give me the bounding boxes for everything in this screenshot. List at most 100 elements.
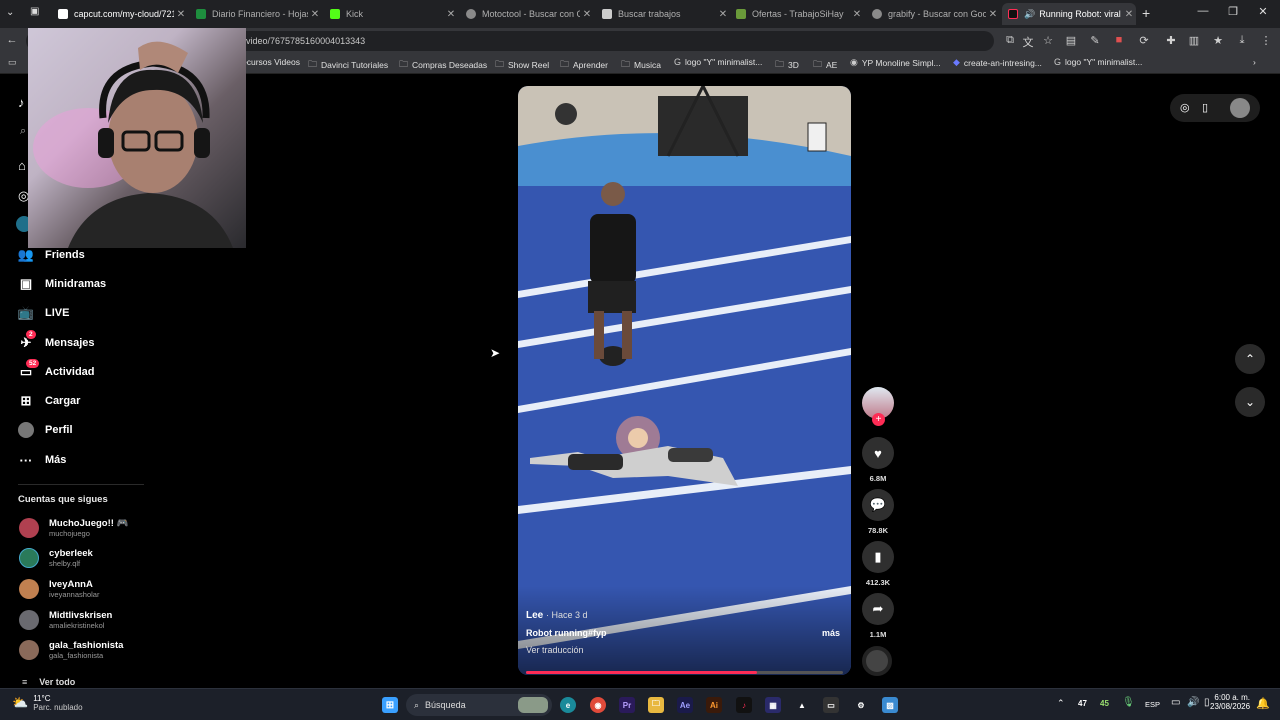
download-icon[interactable]: ⤓ — [1234, 34, 1250, 47]
more-bookmarks-icon[interactable]: › — [1253, 57, 1256, 67]
minimize-button[interactable]: — — [1188, 5, 1218, 17]
terminal-icon[interactable]: ▭ — [823, 697, 839, 713]
bookmark-folder[interactable]: 🗀 AE — [813, 57, 837, 73]
bookmark-folder[interactable]: 🗀 3D — [775, 57, 799, 73]
close-tab-icon[interactable]: ✕ — [986, 9, 1000, 20]
bookmark-item[interactable]: ▭ — [8, 57, 21, 68]
sidebar-item-actividad[interactable]: ▭ 52 Actividad — [18, 359, 95, 380]
chrome-icon[interactable]: ◉ — [590, 697, 606, 713]
tab-kick[interactable]: Kick ✕ — [324, 3, 458, 25]
following-account[interactable]: MuchoJuego!! 🎮 muchojuego — [19, 518, 128, 538]
windows-start-icon[interactable]: ⊞ — [382, 697, 398, 713]
video-progress-bar[interactable] — [526, 671, 843, 674]
taskbar-search[interactable]: ⌕ Búsqueda — [406, 694, 552, 716]
notifications-icon[interactable]: 🔔 — [1256, 697, 1270, 710]
after-effects-icon[interactable]: Ae — [677, 697, 693, 713]
maximize-button[interactable]: ❐ — [1218, 5, 1248, 18]
clock[interactable]: 6:00 a. m. 23/08/2026 — [1210, 693, 1250, 711]
new-tab-button[interactable]: + — [1142, 5, 1150, 21]
extension-icon[interactable]: ⟳ — [1136, 34, 1152, 47]
tab-diario-financiero[interactable]: Diario Financiero - Hojas de ✕ — [190, 3, 322, 25]
weather-widget[interactable]: ⛅ 11°C Parc. nublado — [12, 694, 83, 712]
tab-running-robot[interactable]: 🔊 Running Robot: viral h ✕ — [1002, 3, 1136, 25]
previous-video-button[interactable]: ⌃ — [1235, 344, 1265, 374]
follow-plus-icon[interactable]: + — [872, 413, 885, 426]
media-encoder-icon[interactable]: ▦ — [765, 697, 781, 713]
settings-gear-icon[interactable]: ⚙ — [853, 697, 869, 713]
user-avatar[interactable] — [1230, 98, 1250, 118]
translate-icon[interactable]: 文 — [1020, 34, 1036, 50]
tab-actions-icon[interactable]: ▣ — [30, 6, 39, 17]
file-explorer-icon[interactable]: 🗀 — [648, 697, 664, 713]
volume-icon[interactable]: 🔊 — [1187, 697, 1199, 708]
menu-dots-icon[interactable]: ⋮ — [1258, 34, 1274, 47]
tiktok-app-icon[interactable]: ♪ — [736, 697, 752, 713]
close-tab-icon[interactable]: ✕ — [1122, 9, 1136, 20]
sidebar-item-mensajes[interactable]: ✈ 2 Mensajes — [18, 330, 95, 351]
close-tab-icon[interactable]: ✕ — [580, 9, 594, 20]
tray-chevron-icon[interactable]: ⌃ — [1057, 698, 1065, 709]
app-arrow-icon[interactable]: ▲ — [794, 697, 810, 713]
tab-ofertas[interactable]: Ofertas - TrabajoSiHay ✕ — [730, 3, 864, 25]
tray-num-2[interactable]: 45 — [1100, 699, 1109, 708]
back-icon[interactable]: ← — [4, 34, 20, 46]
like-action[interactable]: ♥ 6.8M — [862, 437, 894, 483]
close-tab-icon[interactable]: ✕ — [174, 9, 188, 20]
bookmark-star-icon[interactable]: ☆ — [1040, 34, 1056, 47]
comment-icon[interactable]: 💬 — [862, 489, 894, 521]
language-indicator[interactable]: ESP — [1145, 700, 1160, 709]
photos-icon[interactable]: ▨ — [882, 697, 898, 713]
following-account[interactable]: cyberleek shelby.qlf — [19, 548, 93, 568]
microphone-icon[interactable]: 🎙 — [1122, 697, 1135, 708]
edit-icon[interactable]: ✎ — [1087, 34, 1103, 47]
see-all-link[interactable]: ≡ Ver todo — [22, 677, 75, 687]
sound-disc[interactable] — [862, 646, 894, 676]
device-icon[interactable]: ▯ — [1202, 101, 1208, 114]
bookmark-folder[interactable]: 🗀 Davinci Tutoriales — [308, 57, 388, 73]
share-action[interactable]: ➦ 1.1M — [862, 593, 894, 639]
sidebar-item-friends[interactable]: 👥 Friends — [18, 247, 85, 263]
bookmark-item[interactable]: Glogo "Y" minimalist... — [674, 57, 762, 67]
bookmark-item[interactable]: ◆ create-an-intresing... — [953, 57, 1042, 68]
heart-icon[interactable]: ♥ — [862, 437, 894, 469]
close-tab-icon[interactable]: ✕ — [444, 9, 458, 20]
video-player[interactable] — [518, 86, 851, 675]
search-icon[interactable]: ⌕ — [20, 125, 26, 138]
creator-avatar[interactable]: + — [862, 387, 894, 426]
comment-action[interactable]: 💬 78.8K — [862, 489, 894, 535]
more-caption-button[interactable]: más — [822, 628, 840, 638]
bookmark-item[interactable]: ecursos Videos — [242, 57, 300, 67]
tiktok-logo-icon[interactable]: ♪ — [18, 95, 25, 110]
audio-playing-icon[interactable]: 🔊 — [1024, 9, 1035, 20]
tab-capcut[interactable]: capcut.com/my-cloud/7217 ✕ — [52, 3, 188, 25]
close-tab-icon[interactable]: ✕ — [850, 9, 864, 20]
network-icon[interactable]: ▭ — [1171, 697, 1180, 708]
tab-buscar-trabajos[interactable]: Buscar trabajos ✕ — [596, 3, 730, 25]
coins-icon[interactable]: ◎ — [1180, 101, 1190, 114]
tab-list-icon[interactable]: ⌄ — [6, 7, 14, 18]
puzzle-icon[interactable]: ✚ — [1163, 34, 1179, 47]
bookmark-folder[interactable]: 🗀 Aprender — [560, 57, 608, 73]
bookmark-folder[interactable]: 🗀 Musica — [621, 57, 661, 73]
sidebar-item-mas[interactable]: ··· Más — [18, 452, 67, 468]
close-tab-icon[interactable]: ✕ — [716, 9, 730, 20]
tab-motoctool[interactable]: Motoctool - Buscar con Go ✕ — [460, 3, 594, 25]
save-action[interactable]: ▮ 412.3K — [862, 541, 894, 587]
translate-link[interactable]: Ver traducción — [526, 645, 846, 655]
battery-icon[interactable]: ▯ — [1204, 697, 1210, 708]
sidebar-item-minidramas[interactable]: ▣ Minidramas — [18, 276, 106, 292]
bookmark-item[interactable]: Glogo "Y" minimalist... — [1054, 57, 1142, 67]
share-icon[interactable]: ➦ — [862, 593, 894, 625]
media-control-icon[interactable]: ▤ — [1063, 34, 1079, 47]
sidebar-item-cargar[interactable]: ⊞ Cargar — [18, 393, 81, 409]
tray-num-1[interactable]: 47 — [1078, 699, 1087, 708]
premiere-icon[interactable]: Pr — [619, 697, 635, 713]
bookmark-item[interactable]: ◉ YP Monoline Simpl... — [850, 57, 941, 68]
illustrator-icon[interactable]: Ai — [706, 697, 722, 713]
following-account[interactable]: Midtlivskrisen amaliekristinekol — [19, 610, 112, 630]
bookmark-folder[interactable]: 🗀 Show Reel — [495, 57, 549, 73]
following-account[interactable]: gala_fashionista gala_fashionista — [19, 640, 123, 660]
home-icon[interactable]: ⌂ — [18, 158, 26, 173]
bookmark-icon[interactable]: ▮ — [862, 541, 894, 573]
split-screen-icon[interactable]: ▥ — [1186, 34, 1202, 47]
